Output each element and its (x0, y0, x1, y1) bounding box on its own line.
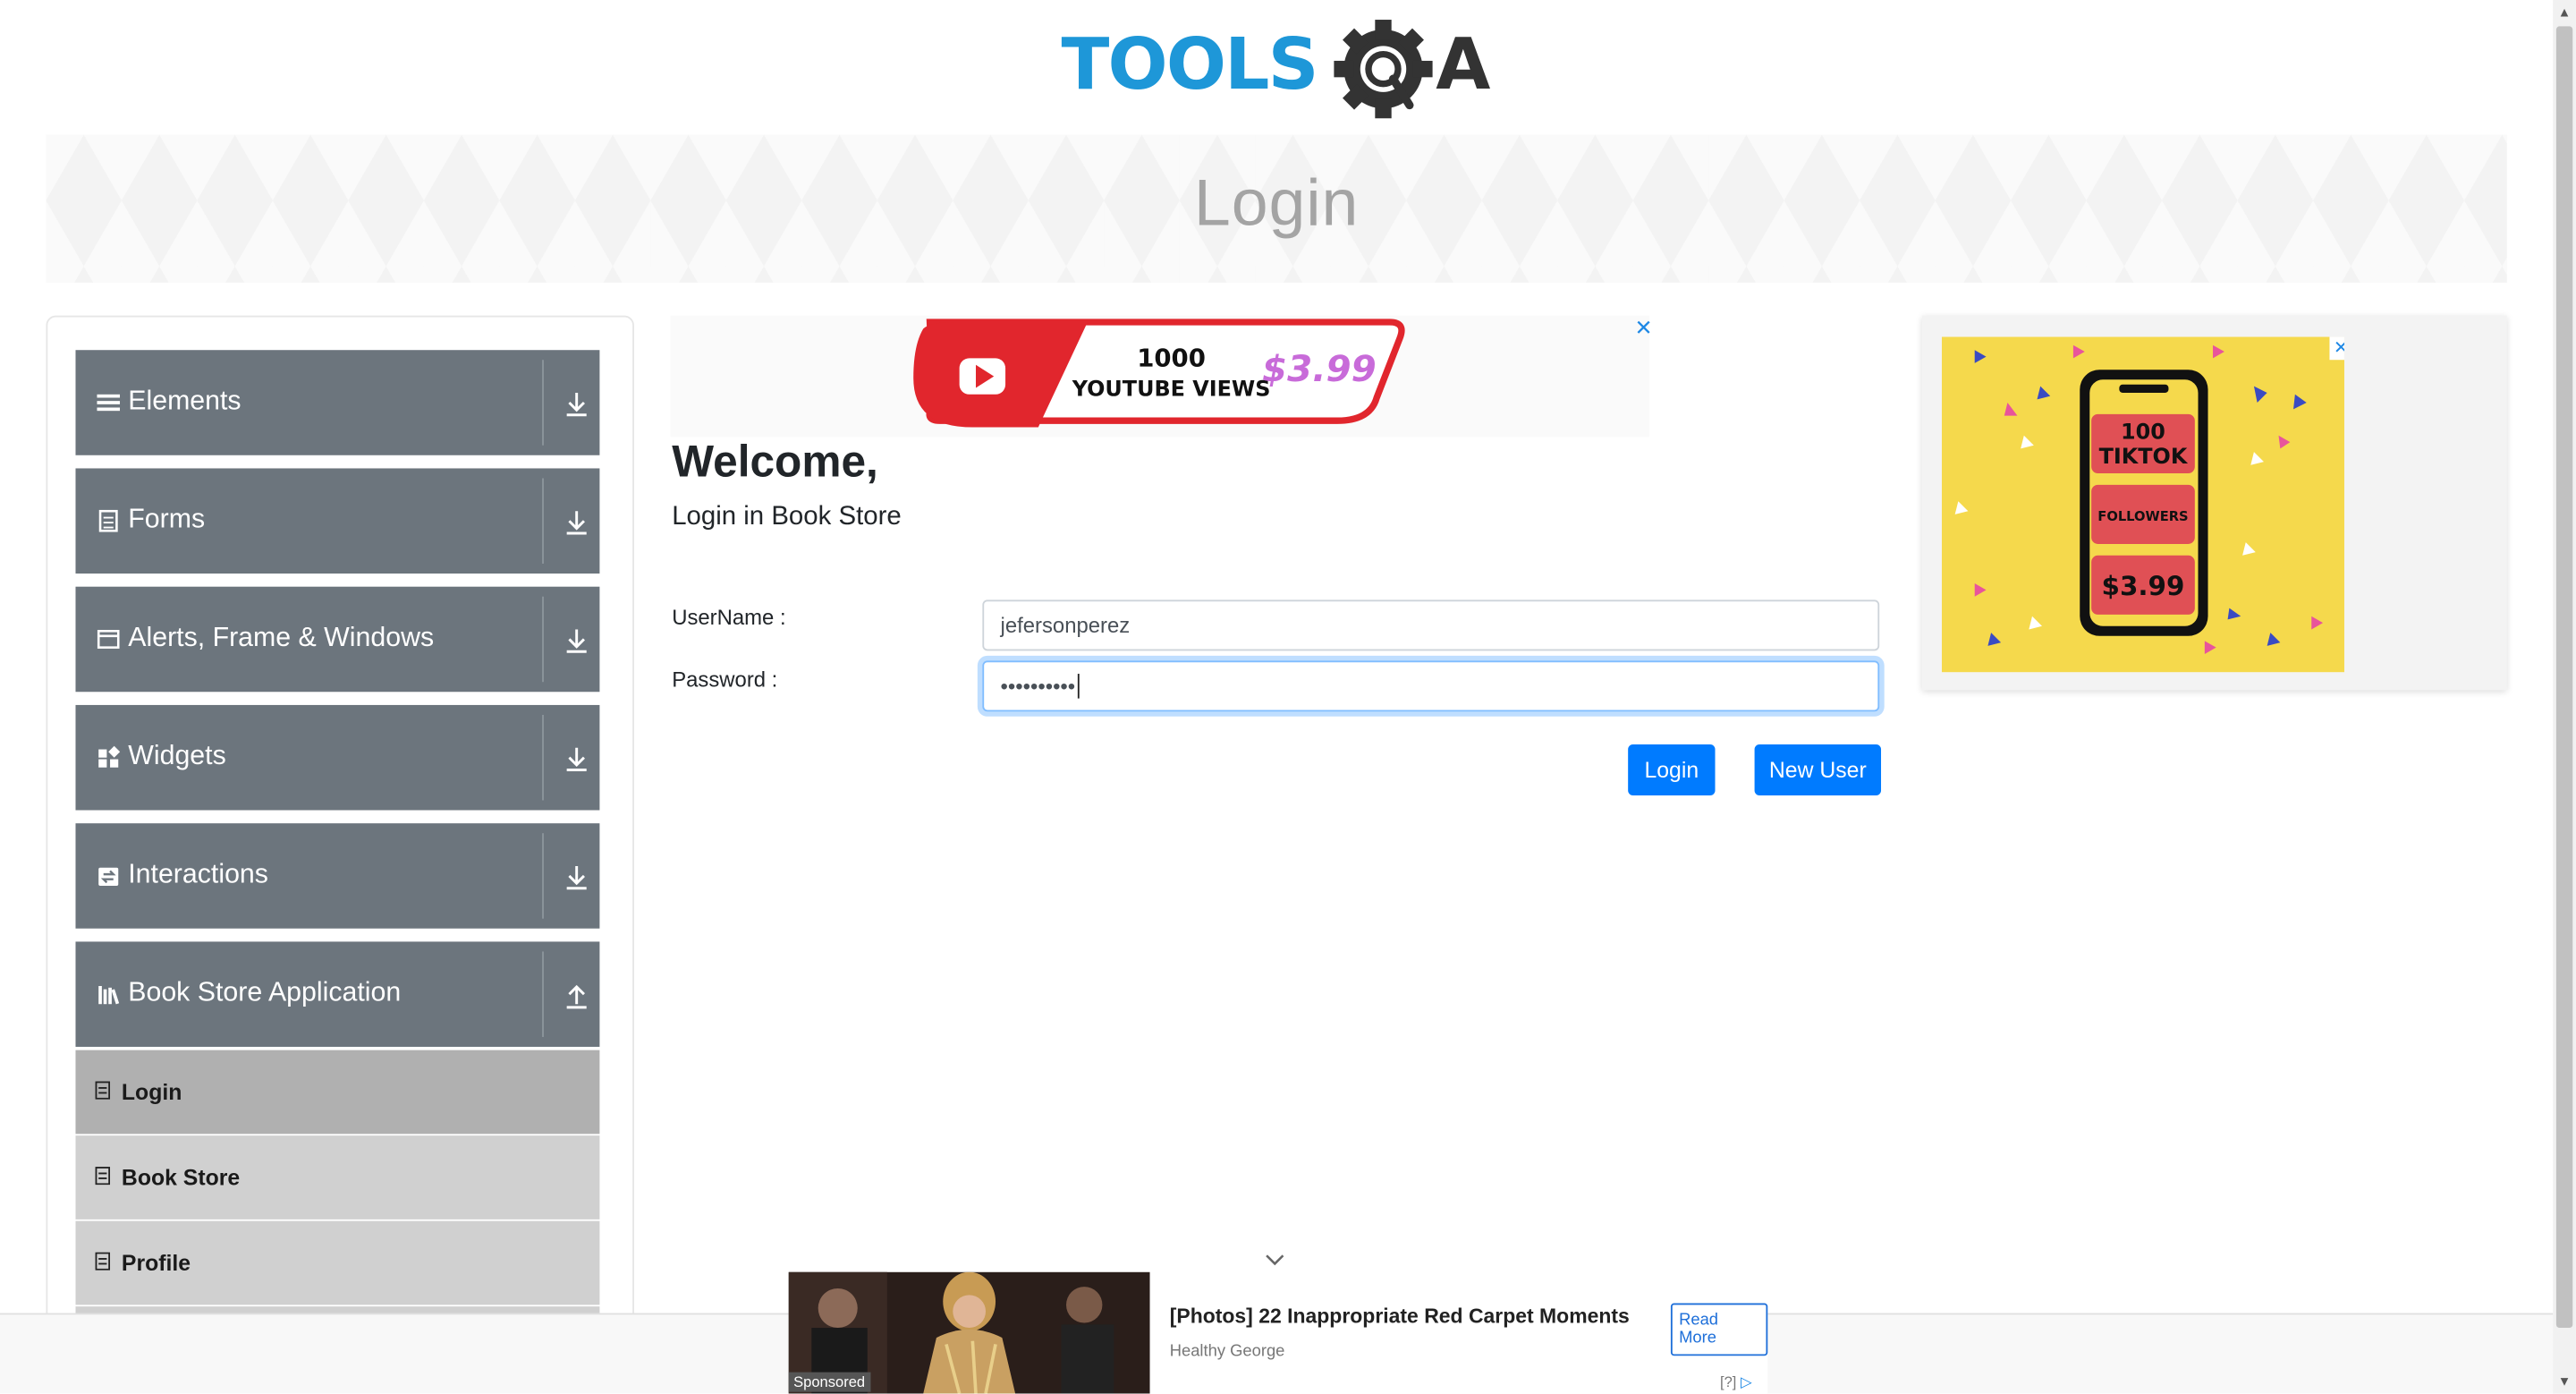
chevron-down-icon[interactable] (1262, 1249, 1288, 1269)
item-icon (95, 1252, 111, 1271)
top-ad[interactable]: 1000 YOUTUBE VIEWS $3.99 ✕ (670, 315, 1653, 438)
sponsored-label: Sponsored (788, 1372, 870, 1392)
books-icon (98, 986, 120, 1005)
svg-text:YOUTUBE VIEWS: YOUTUBE VIEWS (1072, 377, 1271, 402)
sidebar-group-forms[interactable]: Forms (75, 468, 600, 574)
password-value: •••••••••• (1000, 674, 1076, 699)
chevron-down-icon[interactable] (565, 391, 589, 417)
tiktok-followers-ad[interactable]: 100 TIKTOK FOLLOWERS $3.99 ✕ (1941, 336, 2344, 673)
chevron-up-icon[interactable] (565, 982, 589, 1009)
sidebar-group-label: Elements (128, 386, 242, 416)
divider (542, 714, 544, 801)
interaction-icon (98, 867, 119, 886)
tiktok-ad-graphic: 100 TIKTOK FOLLOWERS $3.99 (1954, 344, 2324, 655)
page-scrollbar[interactable]: ▲ ▼ (2553, 0, 2576, 1394)
scroll-down-icon[interactable]: ▼ (2558, 1373, 2572, 1389)
svg-text:TIKTOK: TIKTOK (2099, 444, 2189, 469)
divider (542, 951, 544, 1037)
divider (542, 360, 544, 446)
password-label: Password : (672, 667, 778, 693)
ad-choices-icon: ▷ (1741, 1373, 1752, 1390)
divider (542, 596, 544, 683)
sidebar: Elements Forms Alerts, Frame & Windows W… (46, 315, 634, 1371)
new-user-button[interactable]: New User (1754, 744, 1882, 795)
read-more-button[interactable]: Read More (1670, 1303, 1768, 1356)
divider (542, 478, 544, 564)
svg-text:FOLLOWERS: FOLLOWERS (2097, 509, 2188, 524)
bottom-ad[interactable]: Sponsored [Photos] 22 Inappropriate Red … (788, 1271, 1768, 1394)
divider (542, 833, 544, 919)
sidebar-item-login[interactable]: Login (75, 1050, 600, 1135)
toolsqa-logo[interactable]: TOOLS A (1062, 20, 1499, 122)
logo-a-text: A (1436, 23, 1490, 106)
username-label: UserName : (672, 604, 786, 630)
ad-headline[interactable]: [Photos] 22 Inappropriate Red Carpet Mom… (1170, 1305, 1630, 1328)
svg-text:$3.99: $3.99 (1262, 347, 1377, 390)
chevron-down-icon[interactable] (565, 746, 589, 772)
ad-info-icon[interactable]: [?] ▷ (1720, 1373, 1752, 1391)
ad-source: Healthy George (1169, 1342, 1285, 1361)
widgets-icon (98, 745, 121, 768)
scrollbar-thumb[interactable] (2555, 26, 2573, 1329)
page-title: Login (1193, 167, 1360, 241)
sidebar-group-alerts[interactable]: Alerts, Frame & Windows (75, 586, 600, 693)
page-banner: Login (46, 134, 2507, 283)
welcome-heading: Welcome, (672, 437, 878, 487)
item-icon (95, 1167, 111, 1186)
svg-text:$3.99: $3.99 (2102, 571, 2185, 601)
sidebar-item-label: Profile (121, 1250, 191, 1276)
right-ad[interactable]: 100 TIKTOK FOLLOWERS $3.99 ✕ (1921, 315, 2507, 691)
chevron-down-icon[interactable] (565, 628, 589, 654)
sidebar-group-label: Book Store Application (128, 977, 402, 1007)
list-icon (97, 394, 121, 412)
youtube-views-ad-graphic: 1000 YOUTUBE VIEWS $3.99 (913, 319, 1405, 428)
username-input[interactable]: jefersonperez (982, 599, 1880, 651)
sidebar-group-label: Widgets (128, 741, 226, 771)
chevron-down-icon[interactable] (565, 864, 589, 890)
close-icon[interactable]: ✕ (2329, 336, 2344, 361)
sidebar-group-elements[interactable]: Elements (75, 350, 600, 455)
document-icon (98, 509, 118, 532)
password-input[interactable]: •••••••••• (982, 660, 1880, 712)
logo-tools-text: TOOLS (1062, 23, 1318, 106)
scroll-up-icon[interactable]: ▲ (2558, 5, 2572, 21)
sidebar-group-widgets[interactable]: Widgets (75, 704, 600, 811)
gear-icon (1334, 20, 1433, 119)
ad-thumbnail[interactable]: Sponsored (788, 1271, 1150, 1394)
item-icon (95, 1081, 111, 1100)
text-cursor (1076, 674, 1079, 699)
sidebar-group-label: Interactions (128, 859, 268, 889)
close-icon[interactable]: ✕ (1635, 316, 1653, 342)
window-icon (97, 630, 120, 649)
chevron-down-icon[interactable] (565, 509, 589, 535)
svg-text:1000: 1000 (1137, 344, 1206, 373)
ad-info-label: [?] (1720, 1373, 1737, 1390)
sidebar-item-label: Login (121, 1079, 182, 1105)
sidebar-group-label: Forms (128, 504, 206, 534)
login-subheading: Login in Book Store (672, 503, 902, 531)
sidebar-group-book-store[interactable]: Book Store Application (75, 941, 600, 1047)
sidebar-item-label: Book Store (121, 1165, 241, 1190)
sidebar-group-interactions[interactable]: Interactions (75, 823, 600, 929)
sidebar-item-book-store[interactable]: Book Store (75, 1135, 600, 1220)
sidebar-item-profile[interactable]: Profile (75, 1220, 600, 1305)
sidebar-group-label: Alerts, Frame & Windows (128, 623, 435, 653)
svg-text:100: 100 (2121, 419, 2165, 444)
login-button[interactable]: Login (1628, 744, 1716, 795)
